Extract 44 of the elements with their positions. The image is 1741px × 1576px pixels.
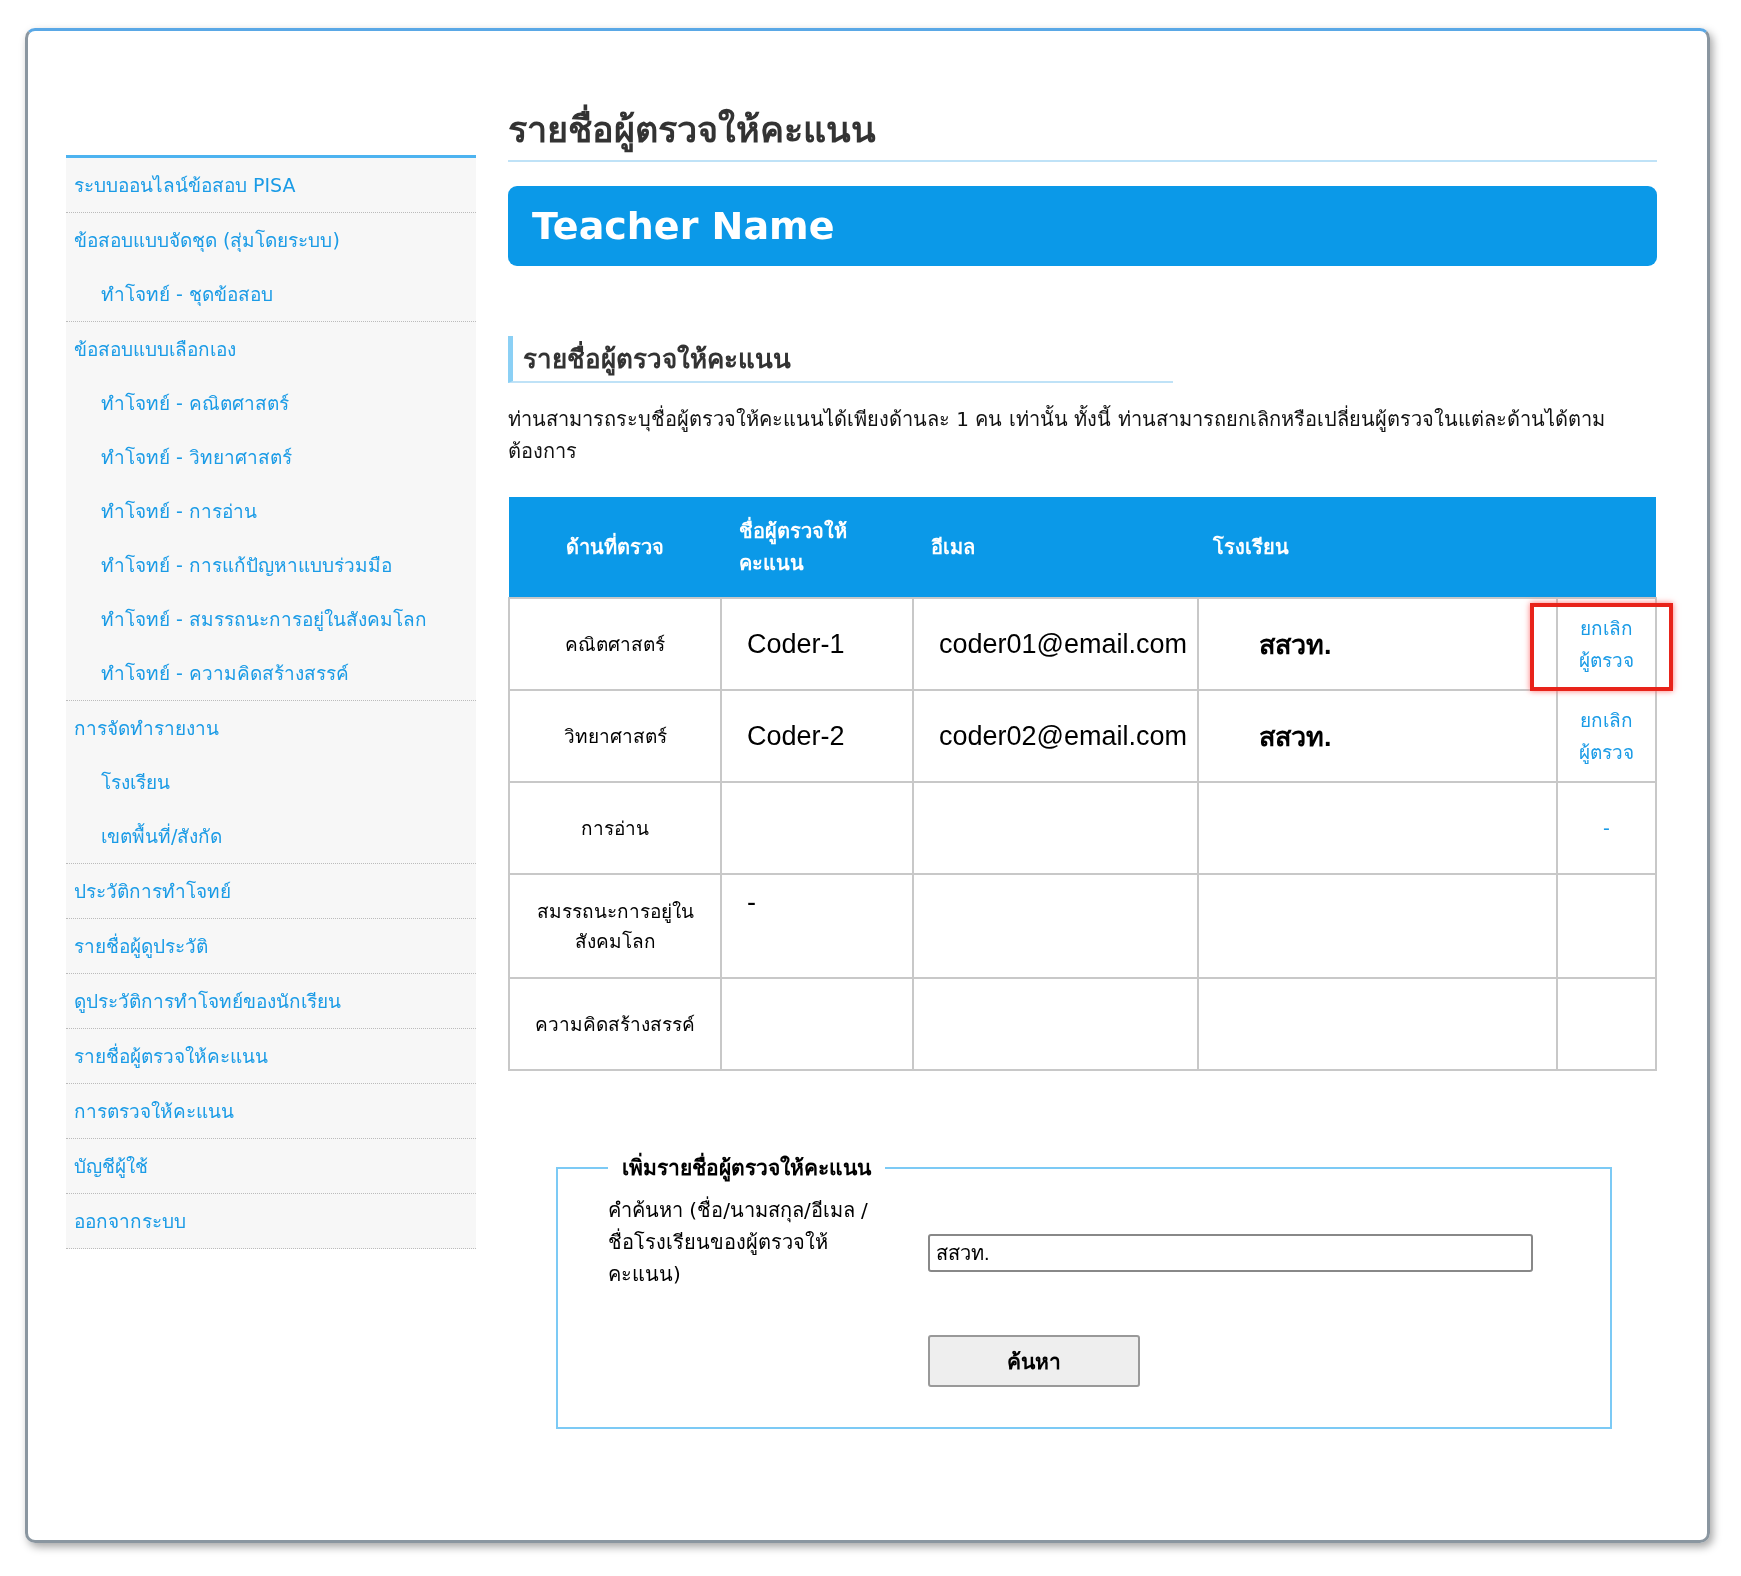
table-cell: สมรรถนะการอยู่ในสังคมโลก (509, 874, 721, 978)
table-cell: วิทยาศาสตร์ (509, 690, 721, 782)
sidebar-item[interactable]: ออกจากระบบ (66, 1194, 476, 1248)
panel-legend: เพิ่มรายชื่อผู้ตรวจให้คะแนน (608, 1151, 885, 1184)
sidebar-subitem[interactable]: ทำโจทย์ - การอ่าน (66, 484, 476, 538)
sidebar-item[interactable]: รายชื่อผู้ดูประวัติ (66, 919, 476, 973)
column-header: อีเมล (913, 497, 1198, 598)
table-cell: สสวท. (1259, 629, 1332, 660)
sidebar-subitem[interactable]: ทำโจทย์ - สมรรถนะการอยู่ในสังคมโลก (66, 592, 476, 646)
search-button[interactable]: ค้นหา (928, 1335, 1140, 1387)
sidebar-subitem[interactable]: ทำโจทย์ - ความคิดสร้างสรรค์ (66, 646, 476, 700)
sidebar-item[interactable]: ประวัติการทำโจทย์ (66, 864, 476, 918)
teacher-name-banner: Teacher Name (508, 186, 1657, 266)
sidebar-item[interactable]: บัญชีผู้ใช้ (66, 1139, 476, 1193)
page-title: รายชื่อผู้ตรวจให้คะแนน (508, 101, 1657, 162)
sidebar-subitem[interactable]: ทำโจทย์ - วิทยาศาสตร์ (66, 430, 476, 484)
table-cell: - (747, 887, 756, 917)
sidebar-subitem[interactable]: ทำโจทย์ - การแก้ปัญหาแบบร่วมมือ (66, 538, 476, 592)
sidebar-item[interactable]: ข้อสอบแบบจัดชุด (สุ่มโดยระบบ) (66, 213, 476, 267)
table-cell: สสวท. (1259, 721, 1332, 752)
table-cell: การอ่าน (509, 782, 721, 874)
table-cell: Coder-2 (747, 720, 845, 751)
sidebar-item[interactable]: ดูประวัติการทำโจทย์ของนักเรียน (66, 974, 476, 1028)
sidebar-item[interactable]: การจัดทำรายงาน (66, 701, 476, 755)
sidebar-subitem[interactable]: ทำโจทย์ - ชุดข้อสอบ (66, 267, 476, 321)
sidebar-subitem[interactable]: เขตพื้นที่/สังกัด (66, 809, 476, 863)
table-cell: Coder-1 (747, 628, 845, 659)
section-title: รายชื่อผู้ตรวจให้คะแนน (508, 336, 1173, 383)
table-cell: coder01@email.com (939, 628, 1187, 659)
search-field[interactable]: สสวท. (928, 1234, 1533, 1272)
table-cell: ความคิดสร้างสรรค์ (509, 978, 721, 1070)
column-header: โรงเรียน (1198, 497, 1557, 598)
sidebar-subitem[interactable]: ทำโจทย์ - คณิตศาสตร์ (66, 376, 476, 430)
sidebar-item[interactable]: ข้อสอบแบบเลือกเอง (66, 322, 476, 376)
sidebar-item[interactable]: รายชื่อผู้ตรวจให้คะแนน (66, 1029, 476, 1083)
search-label: คำค้นหา (ชื่อ/นามสกุล/อีเมล /ชื่อโรงเรียนของผู้ตรวจให้คะแนน) (608, 1195, 868, 1288)
column-header: ชื่อผู้ตรวจให้คะแนน (721, 497, 913, 598)
table-cell: คณิตศาสตร์ (509, 598, 721, 690)
column-header: ด้านที่ตรวจ (509, 497, 721, 598)
sidebar-item[interactable]: การตรวจให้คะแนน (66, 1084, 476, 1138)
sidebar-item[interactable]: ระบบออนไลน์ข้อสอบ PISA (66, 158, 476, 212)
sidebar-subitem[interactable]: โรงเรียน (66, 755, 476, 809)
table-cell: coder02@email.com (939, 720, 1187, 751)
description-text: ท่านสามารถระบุชื่อผู้ตรวจให้คะแนนได้เพียงด้านละ 1 คน เท่านั้น ทั้งนี้ ท่านสามารถยกเลิกหรือเปลี่ยนผู้ตรวจในแต่ละด้านได้ตามต้องการ (508, 404, 1606, 465)
